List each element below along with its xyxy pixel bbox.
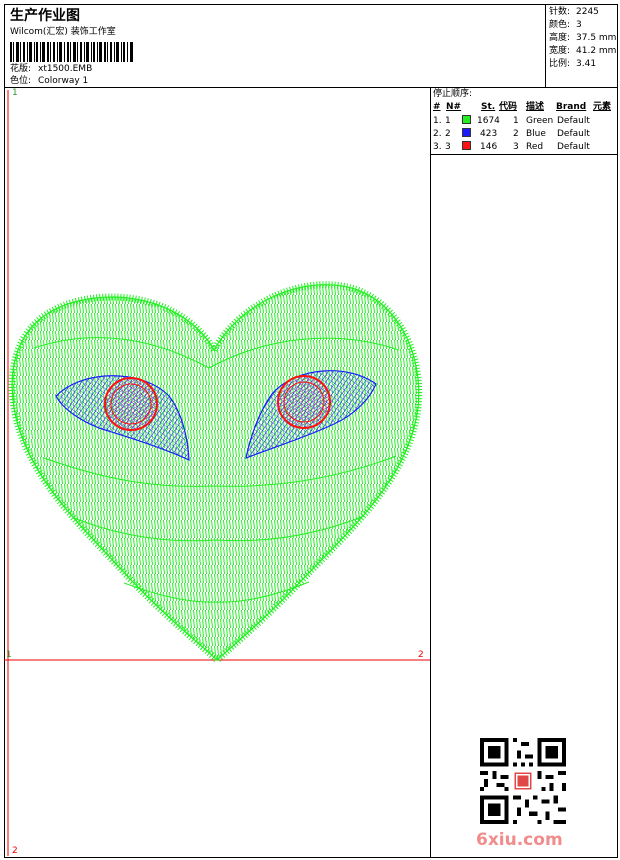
row-stitches: 146	[480, 142, 498, 152]
design-stats: 针数: 2245 颜色: 3 高度: 37.5 mm 宽度: 41.2 mm 比例: 3.…	[546, 4, 618, 88]
table-row[interactable]: 3. 3 146 3 Red Default	[431, 141, 618, 154]
stat-scale-label: 比例:	[549, 59, 571, 69]
stat-height: 高度: 37.5 mm	[549, 32, 616, 44]
col-header-brand: Brand	[556, 102, 587, 112]
stat-stitches-label: 针数:	[549, 7, 571, 17]
stop-sequence-table: 停止顺序: # N# St. 代码 描述 Brand 元素 1. 1 1674 …	[431, 88, 618, 155]
col-header-element: 元素	[593, 102, 612, 112]
col-header-desc: 描述	[526, 102, 545, 112]
stat-colors-value: 3	[576, 20, 582, 30]
row-desc: Red	[526, 142, 544, 152]
colorway-label: 色位:	[10, 76, 32, 86]
heart-green-fill	[8, 281, 423, 665]
row-code: 1	[513, 116, 519, 126]
stat-height-value: 37.5 mm	[576, 33, 617, 43]
stat-colors: 颜色: 3	[549, 19, 582, 31]
axis-label-top-left: 1	[12, 88, 18, 98]
color-swatch	[462, 128, 471, 137]
stat-height-label: 高度:	[549, 33, 571, 43]
row-n: 2	[445, 129, 451, 139]
stat-colors-label: 颜色:	[549, 20, 571, 30]
col-header-num: #	[433, 102, 441, 112]
stat-width-value: 41.2 mm	[576, 46, 617, 56]
row-desc: Blue	[526, 129, 546, 139]
row-code: 3	[513, 142, 519, 152]
design-canvas[interactable]: 1 1 2 2	[4, 88, 431, 858]
row-num: 3.	[433, 142, 442, 152]
color-swatch	[462, 115, 471, 124]
table-row[interactable]: 1. 1 1674 1 Green Default	[431, 115, 618, 128]
col-header-st: St.	[481, 102, 496, 112]
row-code: 2	[513, 129, 519, 139]
qr-code-icon	[480, 738, 566, 824]
row-n: 1	[445, 116, 451, 126]
row-brand: Default	[557, 142, 590, 152]
col-header-code: 代码	[499, 102, 518, 112]
stat-stitches-value: 2245	[576, 7, 599, 17]
row-brand: Default	[557, 129, 590, 139]
colorway-row: 色位: Colorway 1	[10, 76, 88, 87]
row-n: 3	[445, 142, 451, 152]
colorway-value: Colorway 1	[38, 76, 89, 86]
design-name-row: 花版: xt1500.EMB	[10, 64, 92, 75]
design-value: xt1500.EMB	[38, 64, 93, 74]
embroidery-preview	[4, 90, 430, 856]
row-num: 2.	[433, 129, 442, 139]
header-info: 生产作业图 Wilcom(汇宏) 装饰工作室 花版: xt1500.EMB 色位:…	[4, 4, 546, 88]
row-stitches: 423	[480, 129, 498, 139]
stop-sequence-title: 停止顺序:	[433, 89, 473, 99]
row-brand: Default	[557, 116, 590, 126]
stat-width: 宽度: 41.2 mm	[549, 45, 616, 57]
color-swatch	[462, 141, 471, 150]
page-title: 生产作业图	[10, 8, 80, 24]
col-header-n: N#	[446, 102, 462, 112]
stat-width-label: 宽度:	[549, 46, 571, 56]
barcode-icon	[10, 42, 133, 62]
row-desc: Green	[526, 116, 554, 126]
table-row[interactable]: 2. 2 423 2 Blue Default	[431, 128, 618, 141]
stat-scale: 比例: 3.41	[549, 58, 596, 70]
stat-scale-value: 3.41	[576, 59, 597, 69]
row-stitches: 1674	[477, 116, 500, 126]
axis-label-mid-left: 1	[6, 650, 12, 660]
axis-label-bottom-left: 2	[12, 846, 18, 856]
studio-subtitle: Wilcom(汇宏) 装饰工作室	[10, 27, 116, 37]
design-label: 花版:	[10, 64, 32, 74]
watermark-logo: 6xiu.com	[476, 830, 563, 850]
stat-stitches: 针数: 2245	[549, 6, 599, 18]
row-num: 1.	[433, 116, 442, 126]
axis-label-mid-right: 2	[418, 650, 424, 660]
